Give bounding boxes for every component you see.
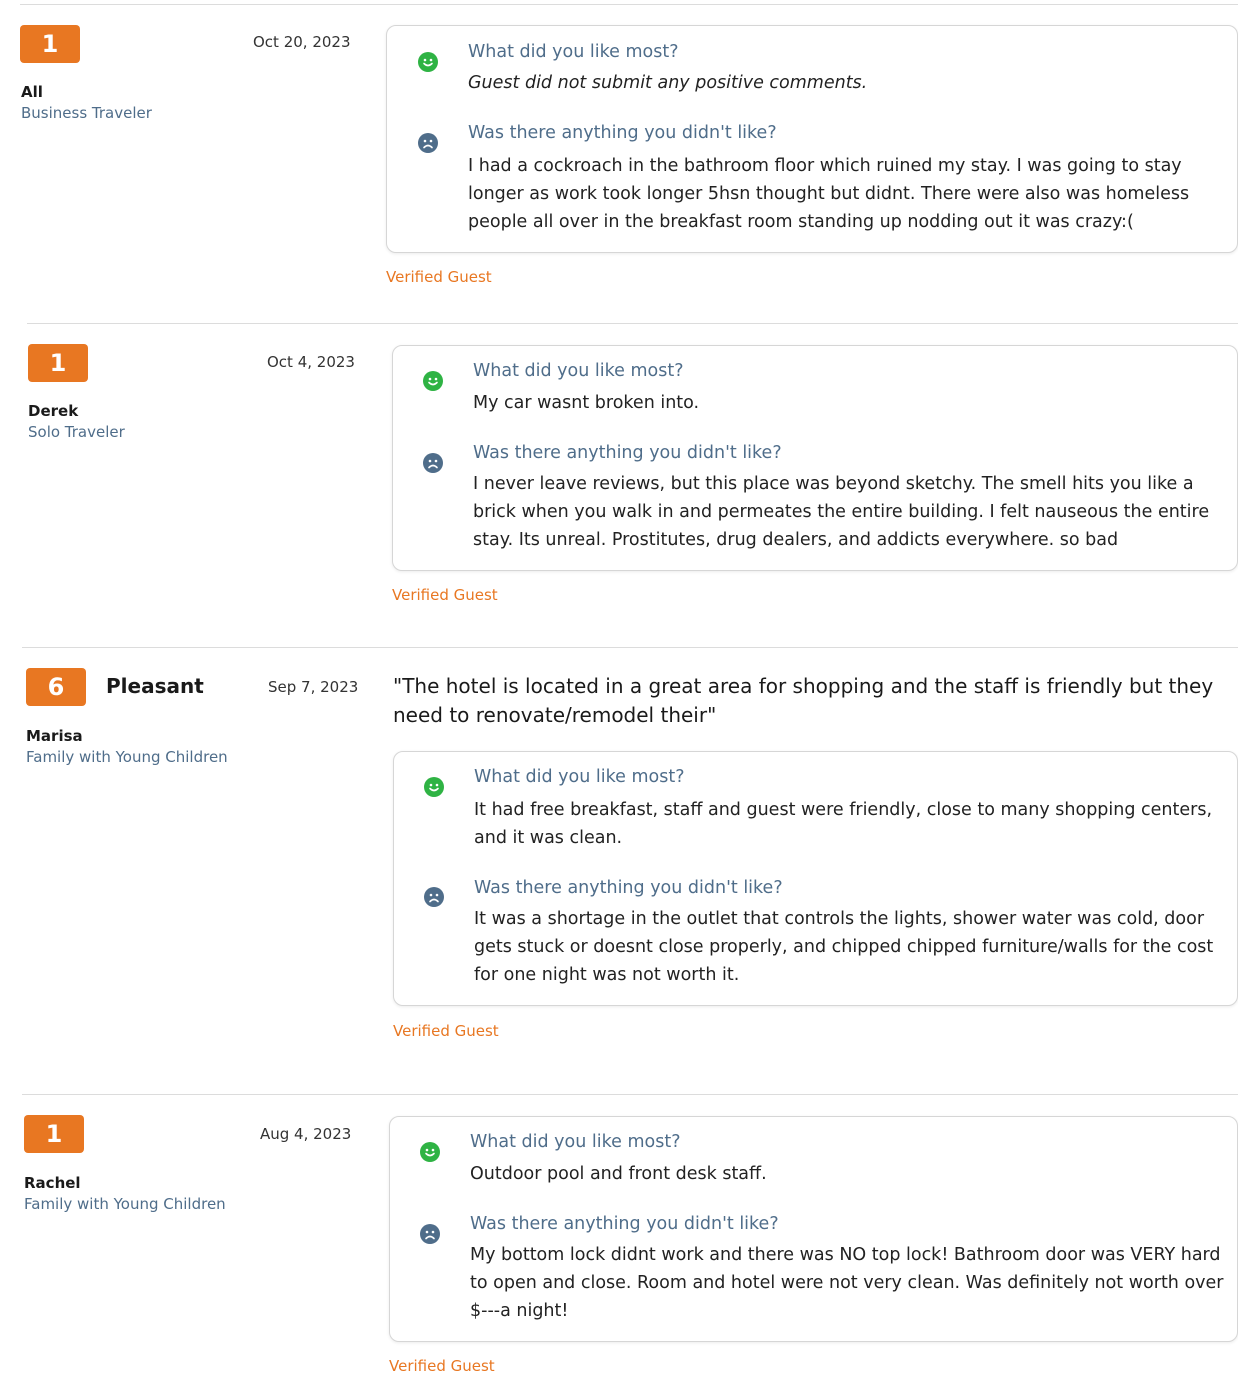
- review-score-badge: 1: [28, 344, 88, 382]
- verified-guest-label: Verified Guest: [393, 1022, 499, 1040]
- review-comments-card: What did you like most? Guest did not su…: [386, 25, 1238, 253]
- review-score-badge: 1: [24, 1115, 84, 1153]
- disliked-question-title: Was there anything you didn't like?: [473, 443, 782, 463]
- review-headline: "The hotel is located in a great area fo…: [393, 674, 1214, 727]
- review-date: Sep 7, 2023: [268, 678, 359, 696]
- smiley-happy-icon: [418, 52, 438, 72]
- verified-guest-label: Verified Guest: [392, 586, 498, 604]
- traveler-type: Solo Traveler: [28, 423, 125, 441]
- smiley-happy-icon: [420, 1142, 440, 1162]
- liked-question-title: What did you like most?: [468, 42, 679, 62]
- review-comments-card: What did you like most? Outdoor pool and…: [389, 1116, 1238, 1342]
- smiley-happy-icon: [423, 371, 443, 391]
- smiley-sad-icon: [424, 887, 444, 907]
- liked-question-title: What did you like most?: [473, 361, 684, 381]
- review-divider: [20, 4, 1238, 5]
- review-date: Oct 4, 2023: [267, 353, 355, 371]
- disliked-answer-text: My bottom lock didnt work and there was …: [470, 1245, 1224, 1321]
- disliked-answer-text: I never leave reviews, but this place wa…: [473, 474, 1210, 550]
- reviewer-name: Rachel: [24, 1174, 81, 1192]
- review-divider: [22, 647, 1238, 648]
- reviewer-name: All: [21, 83, 43, 101]
- smiley-sad-icon: [420, 1224, 440, 1244]
- liked-answer-text: My car wasnt broken into.: [473, 393, 700, 413]
- verified-guest-label: Verified Guest: [386, 268, 492, 286]
- review-divider: [27, 323, 1238, 324]
- review-score-badge: 6: [26, 668, 86, 706]
- liked-answer-text: It had free breakfast, staff and guest w…: [474, 800, 1213, 848]
- liked-answer-text: Outdoor pool and front desk staff.: [470, 1164, 767, 1184]
- reviewer-name: Derek: [28, 402, 79, 420]
- verified-guest-label: Verified Guest: [389, 1357, 495, 1375]
- review-date: Oct 20, 2023: [253, 33, 351, 51]
- disliked-answer-text: It was a shortage in the outlet that con…: [474, 909, 1214, 985]
- liked-question-title: What did you like most?: [474, 767, 685, 787]
- review-divider: [22, 1094, 1238, 1095]
- disliked-question-title: Was there anything you didn't like?: [468, 123, 777, 143]
- disliked-question-title: Was there anything you didn't like?: [474, 878, 783, 898]
- liked-question-title: What did you like most?: [470, 1132, 681, 1152]
- smiley-happy-icon: [424, 777, 444, 797]
- review-date: Aug 4, 2023: [260, 1125, 352, 1143]
- disliked-answer-text: I had a cockroach in the bathroom floor …: [468, 156, 1190, 232]
- smiley-sad-icon: [423, 453, 443, 473]
- review-score-badge: 1: [20, 25, 80, 63]
- reviewer-name: Marisa: [26, 727, 83, 745]
- smiley-sad-icon: [418, 133, 438, 153]
- traveler-type: Family with Young Children: [26, 748, 228, 766]
- review-comments-card: What did you like most? It had free brea…: [393, 751, 1238, 1006]
- score-word: Pleasant: [106, 674, 204, 698]
- review-comments-card: What did you like most? My car wasnt bro…: [392, 345, 1238, 571]
- disliked-question-title: Was there anything you didn't like?: [470, 1214, 779, 1234]
- liked-answer-text: Guest did not submit any positive commen…: [468, 73, 868, 93]
- traveler-type: Family with Young Children: [24, 1195, 226, 1213]
- traveler-type: Business Traveler: [21, 104, 152, 122]
